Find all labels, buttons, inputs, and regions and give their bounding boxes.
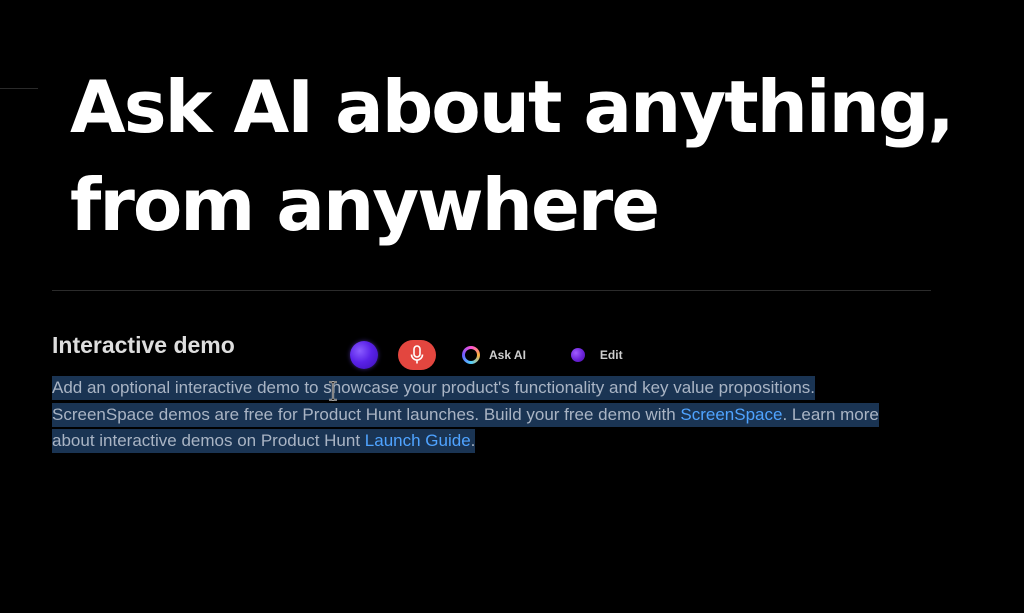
screenspace-link[interactable]: ScreenSpace [680,405,782,424]
headline-line-1: Ask AI about anything, [70,65,955,149]
launch-guide-link[interactable]: Launch Guide [365,431,471,450]
gradient-ring-icon [462,346,480,364]
assistant-orb-icon[interactable] [350,341,378,369]
microphone-icon [410,345,424,364]
hero-headline: Ask AI about anything, from anywhere [70,58,1010,254]
section-description[interactable]: Add an optional interactive demo to show… [52,375,932,455]
description-line-2: ScreenSpace demos are free for Product H… [52,402,932,429]
description-line-1: Add an optional interactive demo to show… [52,375,932,402]
edit-label: Edit [599,348,623,362]
text-cursor-icon [329,381,337,401]
section-title: Interactive demo [52,332,235,358]
top-left-rule [0,88,38,89]
ai-floating-toolbar: Ask AI Edit [350,340,623,370]
microphone-button[interactable] [398,340,436,370]
ask-ai-button[interactable]: Ask AI [462,346,526,364]
description-line-3: about interactive demos on Product Hunt … [52,428,932,455]
edit-button[interactable]: Edit [570,348,623,362]
purple-dot-icon [570,348,585,362]
ask-ai-label: Ask AI [489,348,526,362]
section-divider [52,290,931,291]
headline-line-2: from anywhere [70,163,660,247]
